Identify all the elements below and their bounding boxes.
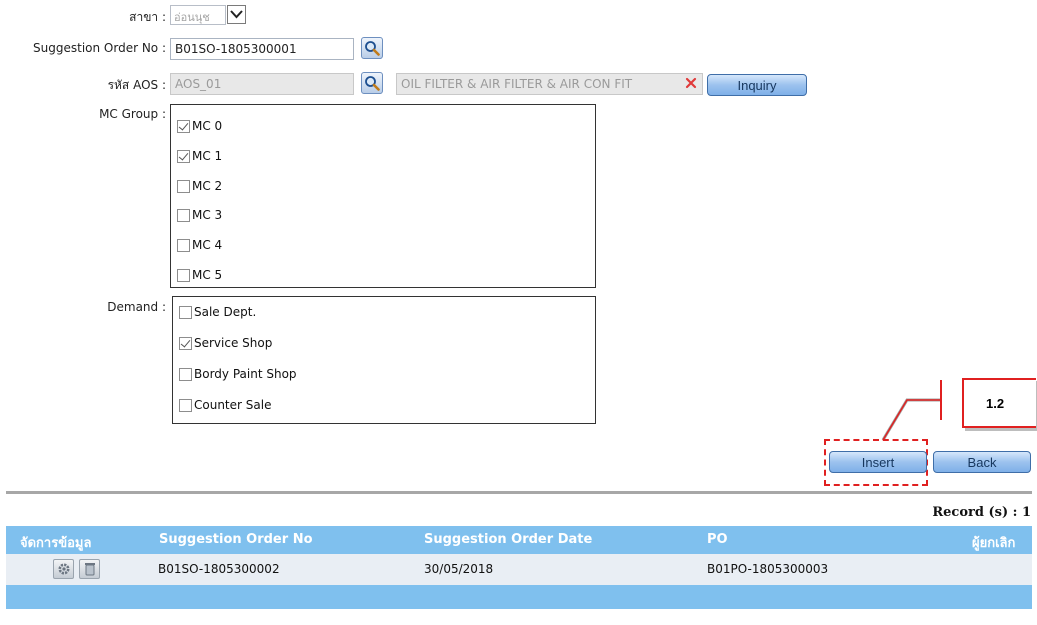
demand-label: Demand : [107, 300, 166, 314]
mc-group-list: MC 0 MC 1 MC 2 MC 3 MC 4 MC 5 [170, 104, 596, 288]
cell-po: B01PO-1805300003 [707, 562, 829, 576]
column-header-suggestion-order-date[interactable]: Suggestion Order Date [424, 532, 592, 547]
demand-bordy-paint-shop-label: Bordy Paint Shop [194, 367, 297, 381]
mc-group-label: MC Group : [99, 107, 166, 121]
column-header-cancelled-by[interactable]: ผู้ยกเลิก [972, 532, 1015, 553]
mc-2-option[interactable]: MC 2 [177, 177, 222, 195]
demand-sale-dept-checkbox[interactable] [179, 305, 192, 319]
search-icon [365, 76, 380, 91]
suggestion-order-input[interactable] [170, 38, 354, 60]
cell-suggestion-order-no: B01SO-1805300002 [158, 562, 280, 576]
mc-0-label: MC 0 [192, 119, 223, 133]
mc-4-label: MC 4 [192, 238, 223, 252]
suggestion-order-label: Suggestion Order No : [33, 41, 166, 55]
grid-footer-row [6, 585, 1032, 609]
search-icon [365, 41, 380, 56]
suggestion-order-search-button[interactable] [361, 37, 383, 59]
inquiry-button[interactable]: Inquiry [707, 74, 807, 96]
demand-service-shop-checkbox[interactable] [179, 336, 192, 350]
demand-list: Sale Dept. Service Shop Bordy Paint Shop… [172, 296, 596, 424]
record-count: Record (s) : 1 [932, 505, 1031, 520]
mc-5-label: MC 5 [192, 268, 223, 282]
delete-button[interactable] [79, 559, 100, 579]
mc-1-checkbox[interactable] [177, 149, 190, 163]
cell-suggestion-order-date: 30/05/2018 [424, 562, 494, 576]
demand-bordy-paint-shop-checkbox[interactable] [179, 367, 192, 381]
demand-service-shop-label: Service Shop [194, 336, 273, 350]
demand-counter-sale-option[interactable]: Counter Sale [179, 396, 271, 414]
mc-2-label: MC 2 [192, 179, 223, 193]
mc-5-checkbox[interactable] [177, 268, 190, 282]
clear-icon[interactable] [684, 76, 698, 90]
table-row[interactable]: B01SO-1805300002 30/05/2018 B01PO-180530… [6, 554, 1032, 585]
demand-counter-sale-label: Counter Sale [194, 398, 272, 412]
mc-2-checkbox[interactable] [177, 179, 190, 193]
gear-icon [58, 563, 69, 575]
demand-service-shop-option[interactable]: Service Shop [179, 334, 272, 352]
mc-1-label: MC 1 [192, 149, 223, 163]
demand-sale-dept-option[interactable]: Sale Dept. [179, 303, 256, 321]
insert-button[interactable]: Insert [829, 451, 927, 473]
column-header-suggestion-order-no[interactable]: Suggestion Order No [159, 532, 313, 547]
branch-label: สาขา : [129, 10, 166, 24]
mc-1-option[interactable]: MC 1 [177, 147, 222, 165]
mc-0-option[interactable]: MC 0 [177, 117, 222, 135]
mc-5-option[interactable]: MC 5 [177, 266, 222, 284]
grid-header: จัดการข้อมูล Suggestion Order No Suggest… [6, 526, 1032, 554]
aos-search-button[interactable] [361, 72, 383, 94]
edit-button[interactable] [53, 559, 74, 579]
callout-box: 1.2 [962, 378, 1036, 428]
trash-icon [84, 563, 95, 576]
mc-3-option[interactable]: MC 3 [177, 206, 222, 224]
section-divider [6, 491, 1032, 494]
mc-4-option[interactable]: MC 4 [177, 236, 222, 254]
aos-label: รหัส AOS : [107, 78, 166, 92]
mc-3-checkbox[interactable] [177, 208, 190, 222]
mc-3-label: MC 3 [192, 208, 223, 222]
chevron-down-icon [230, 10, 243, 19]
aos-input[interactable] [170, 73, 354, 95]
demand-sale-dept-label: Sale Dept. [194, 305, 257, 319]
back-button[interactable]: Back [933, 451, 1031, 473]
branch-dropdown-button[interactable] [227, 5, 246, 24]
column-header-po[interactable]: PO [707, 532, 728, 547]
mc-0-checkbox[interactable] [177, 119, 190, 133]
demand-bordy-paint-shop-option[interactable]: Bordy Paint Shop [179, 365, 297, 383]
callout-connector [881, 380, 942, 441]
callout-label: 1.2 [986, 396, 1005, 411]
column-header-manage: จัดการข้อมูล [20, 536, 92, 551]
aos-description-input[interactable] [396, 73, 703, 95]
demand-counter-sale-checkbox[interactable] [179, 398, 192, 412]
branch-select[interactable]: อ่อนนุช [170, 5, 226, 25]
mc-4-checkbox[interactable] [177, 238, 190, 252]
